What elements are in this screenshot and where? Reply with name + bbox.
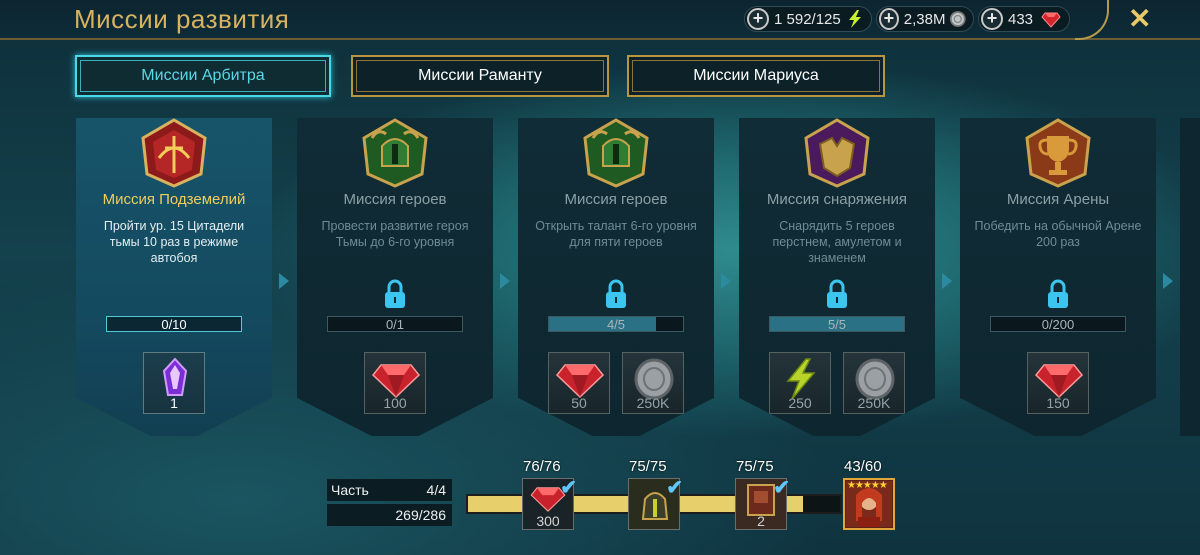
- next-card-edge: [1180, 118, 1200, 436]
- header-corner-ornament: [1075, 0, 1109, 40]
- reward-amount: 100: [383, 395, 407, 411]
- tab-label: Миссии Мариуса: [693, 67, 819, 84]
- lock-icon: [827, 279, 847, 308]
- mission-description: Пройти ур. 15 Цитадели тьмы 10 раз в реж…: [103, 219, 245, 265]
- mission-card[interactable]: Миссия героев Открыть талант 6-го уровня…: [518, 118, 714, 436]
- milestone-reward[interactable]: ★★★★★: [843, 478, 895, 530]
- lock-icon: [1048, 279, 1068, 308]
- tab-ramantu-missions[interactable]: Миссии Раманту: [351, 55, 609, 97]
- mission-description: Снарядить 5 героев перстнем, амулетом и …: [772, 219, 902, 265]
- milestone-label: 76/76: [523, 458, 561, 475]
- chevron-right-icon: [1163, 273, 1173, 289]
- reward-amount: 250K: [636, 395, 670, 411]
- progress-text: 0/200: [1041, 317, 1075, 332]
- close-button[interactable]: ✕: [1128, 2, 1151, 35]
- overall-progress-remaining: [802, 496, 840, 512]
- mission-card[interactable]: Миссия снаряжения Снарядить 5 героев пер…: [739, 118, 935, 436]
- progress-text: 4/5: [606, 317, 626, 332]
- mission-progress-bar: 4/5: [548, 316, 684, 332]
- lock-icon: [606, 279, 626, 308]
- part-value: 4/4: [426, 482, 446, 498]
- add-ruby-button[interactable]: +: [981, 8, 1003, 30]
- silver-counter[interactable]: + 2,38M: [876, 6, 974, 32]
- hero-helmet-emblem-icon: [583, 118, 649, 188]
- mission-description: Победить на обычной Арене 200 раз: [974, 219, 1142, 249]
- part-label: Часть: [331, 482, 369, 498]
- mission-card[interactable]: Миссия Арены Победить на обычной Арене 2…: [960, 118, 1156, 436]
- reward-amount: 50: [571, 395, 587, 411]
- milestone-label: 75/75: [736, 458, 774, 475]
- milestone-amount: 300: [536, 513, 560, 529]
- trophy-emblem-icon: [1025, 118, 1091, 188]
- mission-card[interactable]: Миссия героев Провести развитие героя Ть…: [297, 118, 493, 436]
- ruby-counter[interactable]: + 433: [978, 6, 1070, 32]
- reward-amount: 1: [170, 395, 178, 411]
- mission-title: Миссия героев: [343, 191, 447, 208]
- mission-title: Миссия Арены: [1006, 191, 1110, 208]
- reward-amount: 250: [788, 395, 812, 411]
- tab-marius-missions[interactable]: Миссии Мариуса: [627, 55, 885, 97]
- lock-icon: [385, 279, 405, 308]
- mission-description: Провести развитие героя Тьмы до 6-го уро…: [321, 219, 469, 249]
- points-value: 269/286: [395, 507, 446, 523]
- mission-progress-bar: 0/200: [990, 316, 1126, 332]
- tab-label: Миссии Арбитра: [141, 67, 265, 84]
- milestone-reward[interactable]: ✔: [628, 477, 683, 530]
- silver-coin-icon: [950, 11, 967, 27]
- chevron-right-icon: [279, 273, 289, 289]
- mission-title: Миссия Подземелий: [102, 191, 246, 208]
- tab-label: Миссии Раманту: [418, 67, 542, 84]
- milestone-label: 75/75: [629, 458, 667, 475]
- mission-description: Открыть талант 6-го уровня для пяти геро…: [535, 219, 697, 249]
- silver-value: 2,38M: [903, 10, 946, 28]
- add-energy-button[interactable]: +: [747, 8, 769, 30]
- mission-title: Миссия героев: [564, 191, 668, 208]
- milestone-reward[interactable]: ✔ 2: [735, 477, 790, 530]
- checkmark-icon: ✔: [773, 477, 790, 499]
- tab-arbiter-missions[interactable]: Миссии Арбитра: [75, 55, 331, 97]
- milestone-amount: 2: [757, 513, 765, 529]
- top-bar: Миссии развития + 1 592/125 + 2,38M + 43…: [0, 0, 1200, 40]
- add-silver-button[interactable]: +: [879, 8, 899, 30]
- reward-slot[interactable]: 100: [364, 352, 426, 414]
- mission-progress-bar: 0/1: [327, 316, 463, 332]
- milestone-reward[interactable]: ✔ 300: [522, 477, 577, 530]
- reward-slot[interactable]: 1: [143, 352, 205, 414]
- chevron-right-icon: [721, 273, 731, 289]
- mission-progress-bar: 0/10: [106, 316, 242, 332]
- hero-helmet-emblem-icon: [362, 118, 428, 188]
- page-title: Миссии развития: [74, 4, 290, 34]
- star-rating-icon: ★★★★★: [847, 480, 888, 491]
- progress-text: 5/5: [827, 317, 847, 332]
- mission-card[interactable]: Миссия Подземелий Пройти ур. 15 Цитадели…: [76, 118, 272, 436]
- armor-emblem-icon: [804, 118, 870, 188]
- reward-slot[interactable]: 50: [548, 352, 610, 414]
- checkmark-icon: ✔: [666, 477, 683, 499]
- checkmark-icon: ✔: [560, 477, 577, 499]
- mission-title: Миссия снаряжения: [766, 191, 908, 208]
- energy-icon: [848, 10, 861, 28]
- energy-counter[interactable]: + 1 592/125: [744, 6, 872, 32]
- reward-slot[interactable]: 250: [769, 352, 831, 414]
- points-box: 269/286: [327, 504, 452, 526]
- chevron-right-icon: [500, 273, 510, 289]
- milestone-label: 43/60: [844, 458, 882, 475]
- dungeon-emblem-icon: [141, 118, 207, 188]
- reward-slot[interactable]: 250K: [843, 352, 905, 414]
- chevron-right-icon: [942, 273, 952, 289]
- energy-value: 1 592/125: [774, 10, 841, 28]
- progress-text: 0/1: [385, 317, 405, 332]
- reward-amount: 250K: [857, 395, 891, 411]
- mission-progress-bar: 5/5: [769, 316, 905, 332]
- ruby-value: 433: [1008, 10, 1034, 28]
- part-box: Часть 4/4: [327, 479, 452, 501]
- progress-text: 0/10: [161, 317, 187, 332]
- ruby-gem-icon: [1041, 12, 1061, 28]
- reward-slot[interactable]: 150: [1027, 352, 1089, 414]
- reward-amount: 150: [1046, 395, 1070, 411]
- reward-slot[interactable]: 250K: [622, 352, 684, 414]
